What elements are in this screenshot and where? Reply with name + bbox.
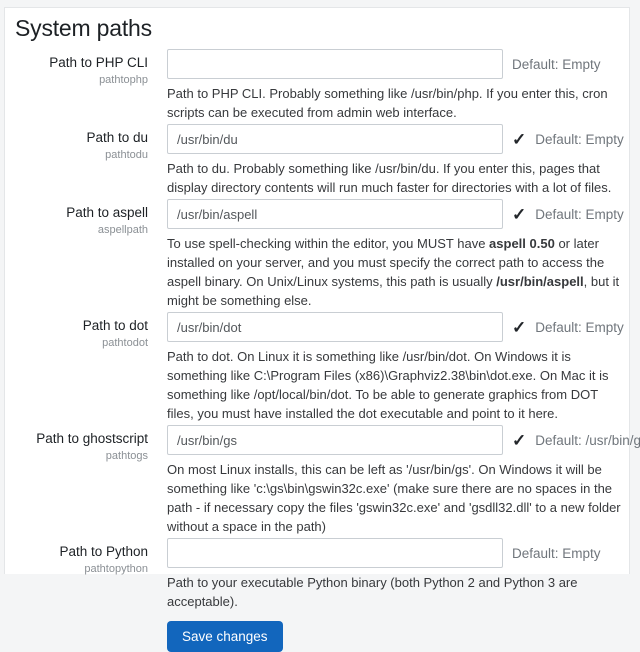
setting-label-pathtogs: Path to ghostscript xyxy=(15,431,148,448)
system-paths-form: Path to PHP CLI pathtophp Default: Empty… xyxy=(15,49,629,652)
default-value-pathtopython: Default: Empty xyxy=(512,546,601,561)
setting-shortname-pathtodot: pathtodot xyxy=(15,337,148,349)
setting-shortname-pathtopython: pathtopython xyxy=(15,563,148,575)
setting-row-pathtodot: Path to dot pathtodot ✓ Default: Empty P… xyxy=(15,312,629,425)
check-icon: ✓ xyxy=(512,206,526,223)
setting-shortname-pathtophp: pathtophp xyxy=(15,74,148,86)
setting-label-pathtopython: Path to Python xyxy=(15,544,148,561)
pathtodu-input[interactable] xyxy=(167,124,503,154)
setting-label-pathtodu: Path to du xyxy=(15,130,148,147)
setting-label-pathtodot: Path to dot xyxy=(15,318,148,335)
default-value-aspellpath: Default: Empty xyxy=(535,207,624,222)
check-icon: ✓ xyxy=(512,432,526,449)
check-icon: ✓ xyxy=(512,131,526,148)
setting-description-pathtogs: On most Linux installs, this can be left… xyxy=(167,460,625,536)
setting-description-pathtopython: Path to your executable Python binary (b… xyxy=(167,573,625,611)
pathtogs-input[interactable] xyxy=(167,425,503,455)
default-value-pathtogs: Default: /usr/bin/gs xyxy=(535,433,640,448)
check-icon: ✓ xyxy=(512,319,526,336)
page-title: System paths xyxy=(15,15,629,42)
setting-description-pathtophp: Path to PHP CLI. Probably something like… xyxy=(167,84,625,122)
settings-panel: System paths Path to PHP CLI pathtophp D… xyxy=(4,7,630,574)
setting-description-pathtodot: Path to dot. On Linux it is something li… xyxy=(167,347,625,423)
setting-shortname-aspellpath: aspellpath xyxy=(15,224,148,236)
setting-shortname-pathtogs: pathtogs xyxy=(15,450,148,462)
pathtodot-input[interactable] xyxy=(167,312,503,342)
pathtophp-input[interactable] xyxy=(167,49,503,79)
default-value-pathtodu: Default: Empty xyxy=(535,132,624,147)
setting-row-pathtodu: Path to du pathtodu ✓ Default: Empty Pat… xyxy=(15,124,629,199)
save-changes-button[interactable]: Save changes xyxy=(167,621,283,652)
setting-description-pathtodu: Path to du. Probably something like /usr… xyxy=(167,159,625,197)
pathtopython-input[interactable] xyxy=(167,538,503,568)
setting-row-pathtophp: Path to PHP CLI pathtophp Default: Empty… xyxy=(15,49,629,124)
setting-row-aspellpath: Path to aspell aspellpath ✓ Default: Emp… xyxy=(15,199,629,312)
setting-shortname-pathtodu: pathtodu xyxy=(15,149,148,161)
default-value-pathtophp: Default: Empty xyxy=(512,57,601,72)
setting-label-pathtophp: Path to PHP CLI xyxy=(15,55,148,72)
default-value-pathtodot: Default: Empty xyxy=(535,320,624,335)
setting-label-aspellpath: Path to aspell xyxy=(15,205,148,222)
setting-description-aspellpath: To use spell-checking within the editor,… xyxy=(167,234,625,310)
aspellpath-input[interactable] xyxy=(167,199,503,229)
setting-row-pathtogs: Path to ghostscript pathtogs ✓ Default: … xyxy=(15,425,629,538)
setting-row-pathtopython: Path to Python pathtopython Default: Emp… xyxy=(15,538,629,652)
